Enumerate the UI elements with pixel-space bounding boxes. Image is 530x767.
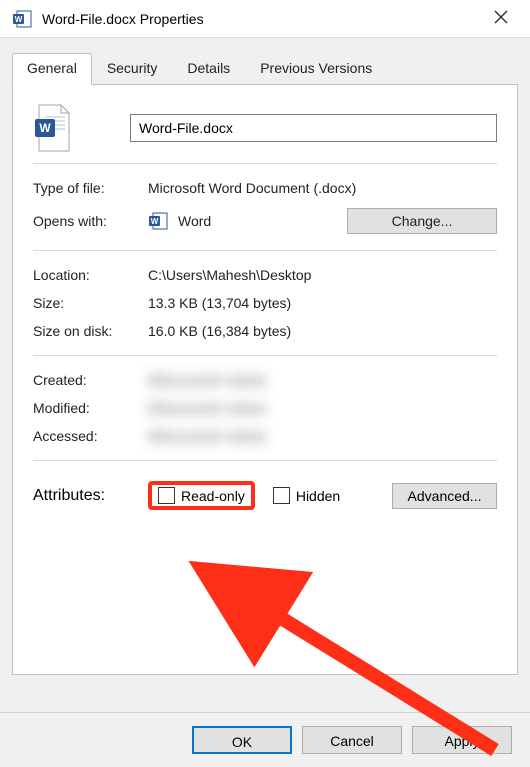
close-button[interactable] [484, 4, 518, 33]
panel-general: W Type of file: Microsoft Word Document … [12, 85, 518, 675]
svg-text:W: W [151, 217, 159, 226]
accessed-label: Accessed: [33, 428, 148, 444]
location-label: Location: [33, 267, 148, 283]
annotation-highlight: Read-only [148, 481, 255, 510]
ok-button[interactable]: OK [192, 726, 292, 754]
word-app-icon: W [12, 8, 34, 30]
divider [33, 250, 497, 251]
word-document-icon: W [33, 103, 75, 153]
location-value: C:\Users\Mahesh\Desktop [148, 267, 497, 283]
tabstrip: General Security Details Previous Versio… [12, 53, 518, 85]
checkbox-box [273, 487, 290, 504]
tab-previous-versions[interactable]: Previous Versions [245, 53, 387, 84]
tab-details[interactable]: Details [172, 53, 245, 84]
checkbox-box [158, 487, 175, 504]
read-only-label: Read-only [181, 488, 245, 504]
tab-security[interactable]: Security [92, 53, 173, 84]
accessed-value: Obscured value [148, 428, 497, 444]
apply-button[interactable]: Apply [412, 726, 512, 754]
opens-with-label: Opens with: [33, 213, 148, 229]
size-value: 13.3 KB (13,704 bytes) [148, 295, 497, 311]
size-label: Size: [33, 295, 148, 311]
cancel-button[interactable]: Cancel [302, 726, 402, 754]
attributes-label: Attributes: [33, 487, 148, 505]
size-on-disk-label: Size on disk: [33, 323, 148, 339]
window-title: Word-File.docx Properties [42, 11, 484, 27]
opens-with-value: Word [178, 213, 211, 229]
hidden-checkbox[interactable]: Hidden [273, 487, 340, 504]
filename-input[interactable] [130, 114, 497, 142]
divider [33, 460, 497, 461]
divider [33, 163, 497, 164]
created-label: Created: [33, 372, 148, 388]
type-of-file-label: Type of file: [33, 180, 148, 196]
hidden-label: Hidden [296, 488, 340, 504]
read-only-checkbox[interactable]: Read-only [158, 487, 245, 504]
dialog-body: General Security Details Previous Versio… [0, 38, 530, 767]
size-on-disk-value: 16.0 KB (16,384 bytes) [148, 323, 497, 339]
modified-value: Obscured value [148, 400, 497, 416]
divider [33, 355, 497, 356]
svg-text:W: W [39, 121, 51, 135]
modified-label: Modified: [33, 400, 148, 416]
change-button[interactable]: Change... [347, 208, 497, 234]
advanced-button[interactable]: Advanced... [392, 483, 497, 509]
type-of-file-value: Microsoft Word Document (.docx) [148, 180, 497, 196]
created-value: Obscured value [148, 372, 497, 388]
word-program-icon: W [148, 210, 170, 232]
button-bar: OK Cancel Apply [0, 712, 530, 767]
svg-text:W: W [15, 15, 23, 24]
titlebar: W Word-File.docx Properties [0, 0, 530, 38]
tab-general[interactable]: General [12, 53, 92, 85]
